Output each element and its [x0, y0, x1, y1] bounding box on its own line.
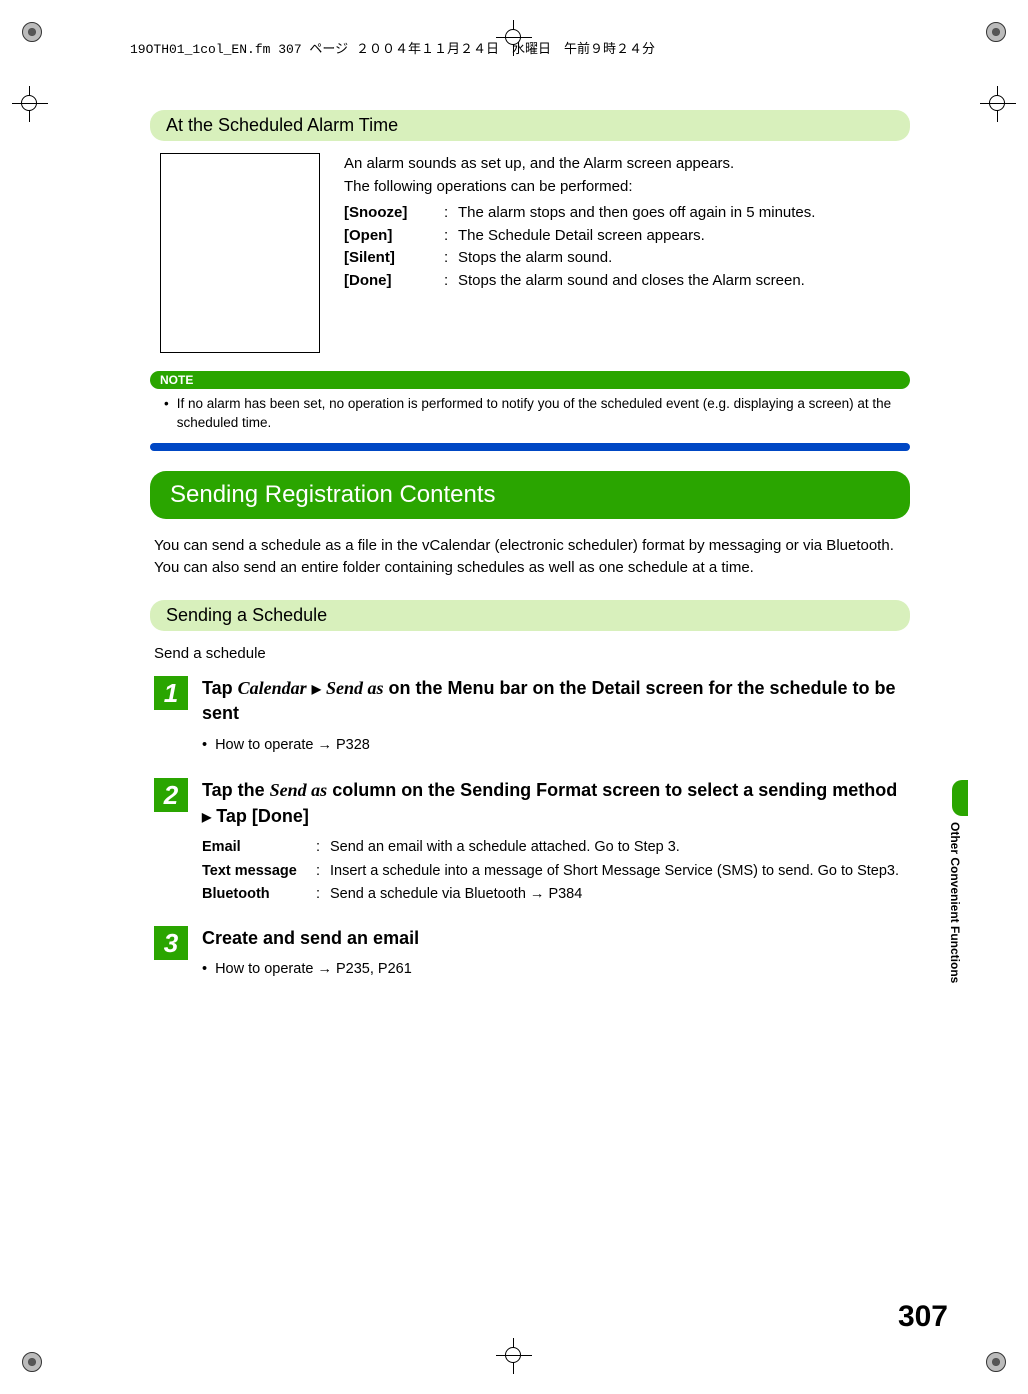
term-open: [Open]	[344, 225, 444, 248]
menu-send-as-2: Send as	[270, 780, 328, 800]
section-heading-sending: Sending Registration Contents	[150, 471, 910, 519]
side-tab-label: Other Convenient Functions	[948, 822, 962, 1022]
bullet-dot-icon: •	[202, 735, 207, 757]
side-tab: Other Convenient Functions	[948, 780, 968, 980]
step-number-1: 1	[154, 676, 188, 710]
alarm-intro2: The following operations can be performe…	[344, 176, 900, 199]
method-email-term: Email	[202, 837, 316, 859]
subsection-heading-sending-schedule: Sending a Schedule	[150, 600, 910, 631]
crop-mark-br	[986, 1352, 1006, 1372]
bullet-dot-icon: •	[202, 959, 207, 981]
alarm-text: An alarm sounds as set up, and the Alarm…	[344, 153, 900, 353]
desc-silent: Stops the alarm sound.	[458, 247, 900, 270]
step-number-2: 2	[154, 778, 188, 812]
note-text: If no alarm has been set, no operation i…	[177, 395, 906, 433]
crop-mark-tr	[986, 22, 1006, 42]
desc-open: The Schedule Detail screen appears.	[458, 225, 900, 248]
page-number: 307	[898, 1300, 948, 1334]
note-box: NOTE • If no alarm has been set, no oper…	[150, 371, 910, 451]
step-2: 2 Tap the Send as column on the Sending …	[150, 778, 910, 908]
triangle-icon: ▶	[312, 682, 321, 696]
crop-mark-tl	[22, 22, 42, 42]
registration-mark-bottom	[496, 1338, 532, 1374]
method-email-desc: Send an email with a schedule attached. …	[330, 837, 906, 859]
desc-done: Stops the alarm sound and closes the Ala…	[458, 270, 900, 293]
step-3-title: Create and send an email	[202, 926, 906, 951]
step-1-title: Tap Calendar ▶ Send as on the Menu bar o…	[202, 676, 906, 726]
print-header-info: 19OTH01_1col_EN.fm 307 ページ ２００４年１１月２４日 水…	[130, 38, 655, 57]
triangle-icon: ▶	[202, 810, 211, 824]
term-snooze: [Snooze]	[344, 202, 444, 225]
method-text-desc: Insert a schedule into a message of Shor…	[330, 861, 906, 883]
step-3-bullet: • How to operate → P235, P261	[202, 959, 906, 981]
registration-mark-left-upper	[12, 86, 48, 122]
page-content: At the Scheduled Alarm Time An alarm sou…	[150, 110, 910, 1003]
step-1: 1 Tap Calendar ▶ Send as on the Menu bar…	[150, 676, 910, 760]
method-text-term: Text message	[202, 861, 316, 883]
alarm-operations-table: [Snooze] : The alarm stops and then goes…	[344, 202, 900, 292]
registration-mark-right-upper	[980, 86, 1016, 122]
step-number-3: 3	[154, 926, 188, 960]
subsection-heading-alarm: At the Scheduled Alarm Time	[150, 110, 910, 141]
side-tab-nub	[952, 780, 968, 816]
step-1-bullet-text: How to operate → P328	[215, 735, 370, 757]
crop-mark-bl	[22, 1352, 42, 1372]
note-bottom-bar	[150, 443, 910, 451]
alarm-intro1: An alarm sounds as set up, and the Alarm…	[344, 153, 900, 176]
menu-calendar: Calendar	[238, 678, 307, 698]
alarm-description-block: An alarm sounds as set up, and the Alarm…	[150, 153, 910, 353]
menu-send-as: Send as	[326, 678, 384, 698]
note-label: NOTE	[150, 371, 910, 389]
step-2-title: Tap the Send as column on the Sending Fo…	[202, 778, 906, 828]
desc-snooze: The alarm stops and then goes off again …	[458, 202, 900, 225]
term-silent: [Silent]	[344, 247, 444, 270]
step-3: 3 Create and send an email • How to oper…	[150, 926, 910, 985]
step-3-bullet-text: How to operate → P235, P261	[215, 959, 412, 981]
section-intro: You can send a schedule as a file in the…	[150, 535, 910, 579]
method-bt-term: Bluetooth	[202, 884, 316, 906]
subsection-lead: Send a schedule	[150, 643, 910, 676]
alarm-screen-placeholder	[160, 153, 320, 353]
method-bt-desc: Send a schedule via Bluetooth → P384	[330, 884, 906, 906]
step-1-bullet: • How to operate → P328	[202, 735, 906, 757]
bullet-dot-icon: •	[164, 395, 169, 433]
sending-methods-table: Email : Send an email with a schedule at…	[202, 837, 906, 906]
term-done: [Done]	[344, 270, 444, 293]
note-bullet: • If no alarm has been set, no operation…	[164, 395, 906, 433]
